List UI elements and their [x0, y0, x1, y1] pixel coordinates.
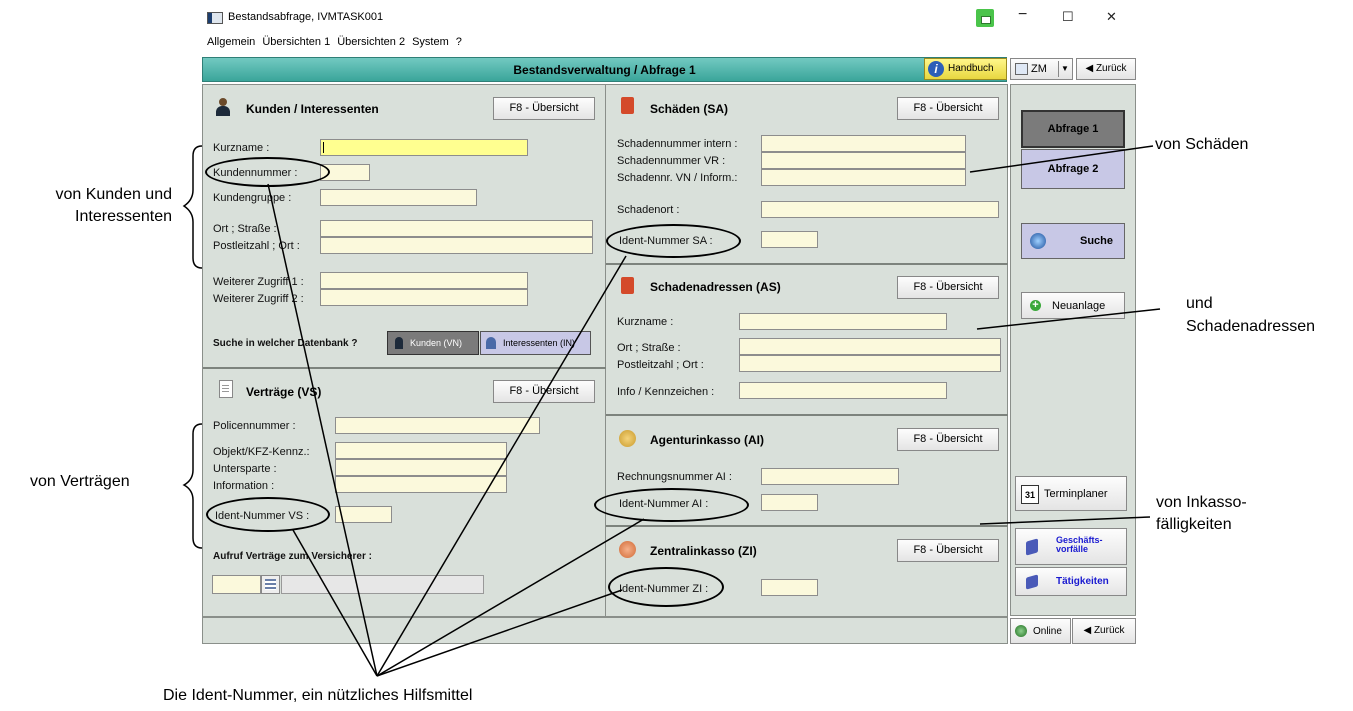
annotation-lines — [182, 145, 1161, 677]
annotation-inkasso: von Inkasso-fälligkeiten — [1156, 494, 1247, 533]
annotation-kunden: von Kunden und Interessenten — [55, 186, 172, 225]
annotation-schaeden: von Schäden — [1155, 136, 1249, 153]
annotation-bottom: Die Ident-Nummer, ein nützliches Hilfsmi… — [163, 687, 473, 704]
annotation-adressen: und Schadenadressen — [1186, 295, 1315, 335]
annotation-vertraege: von Verträgen — [30, 473, 130, 490]
